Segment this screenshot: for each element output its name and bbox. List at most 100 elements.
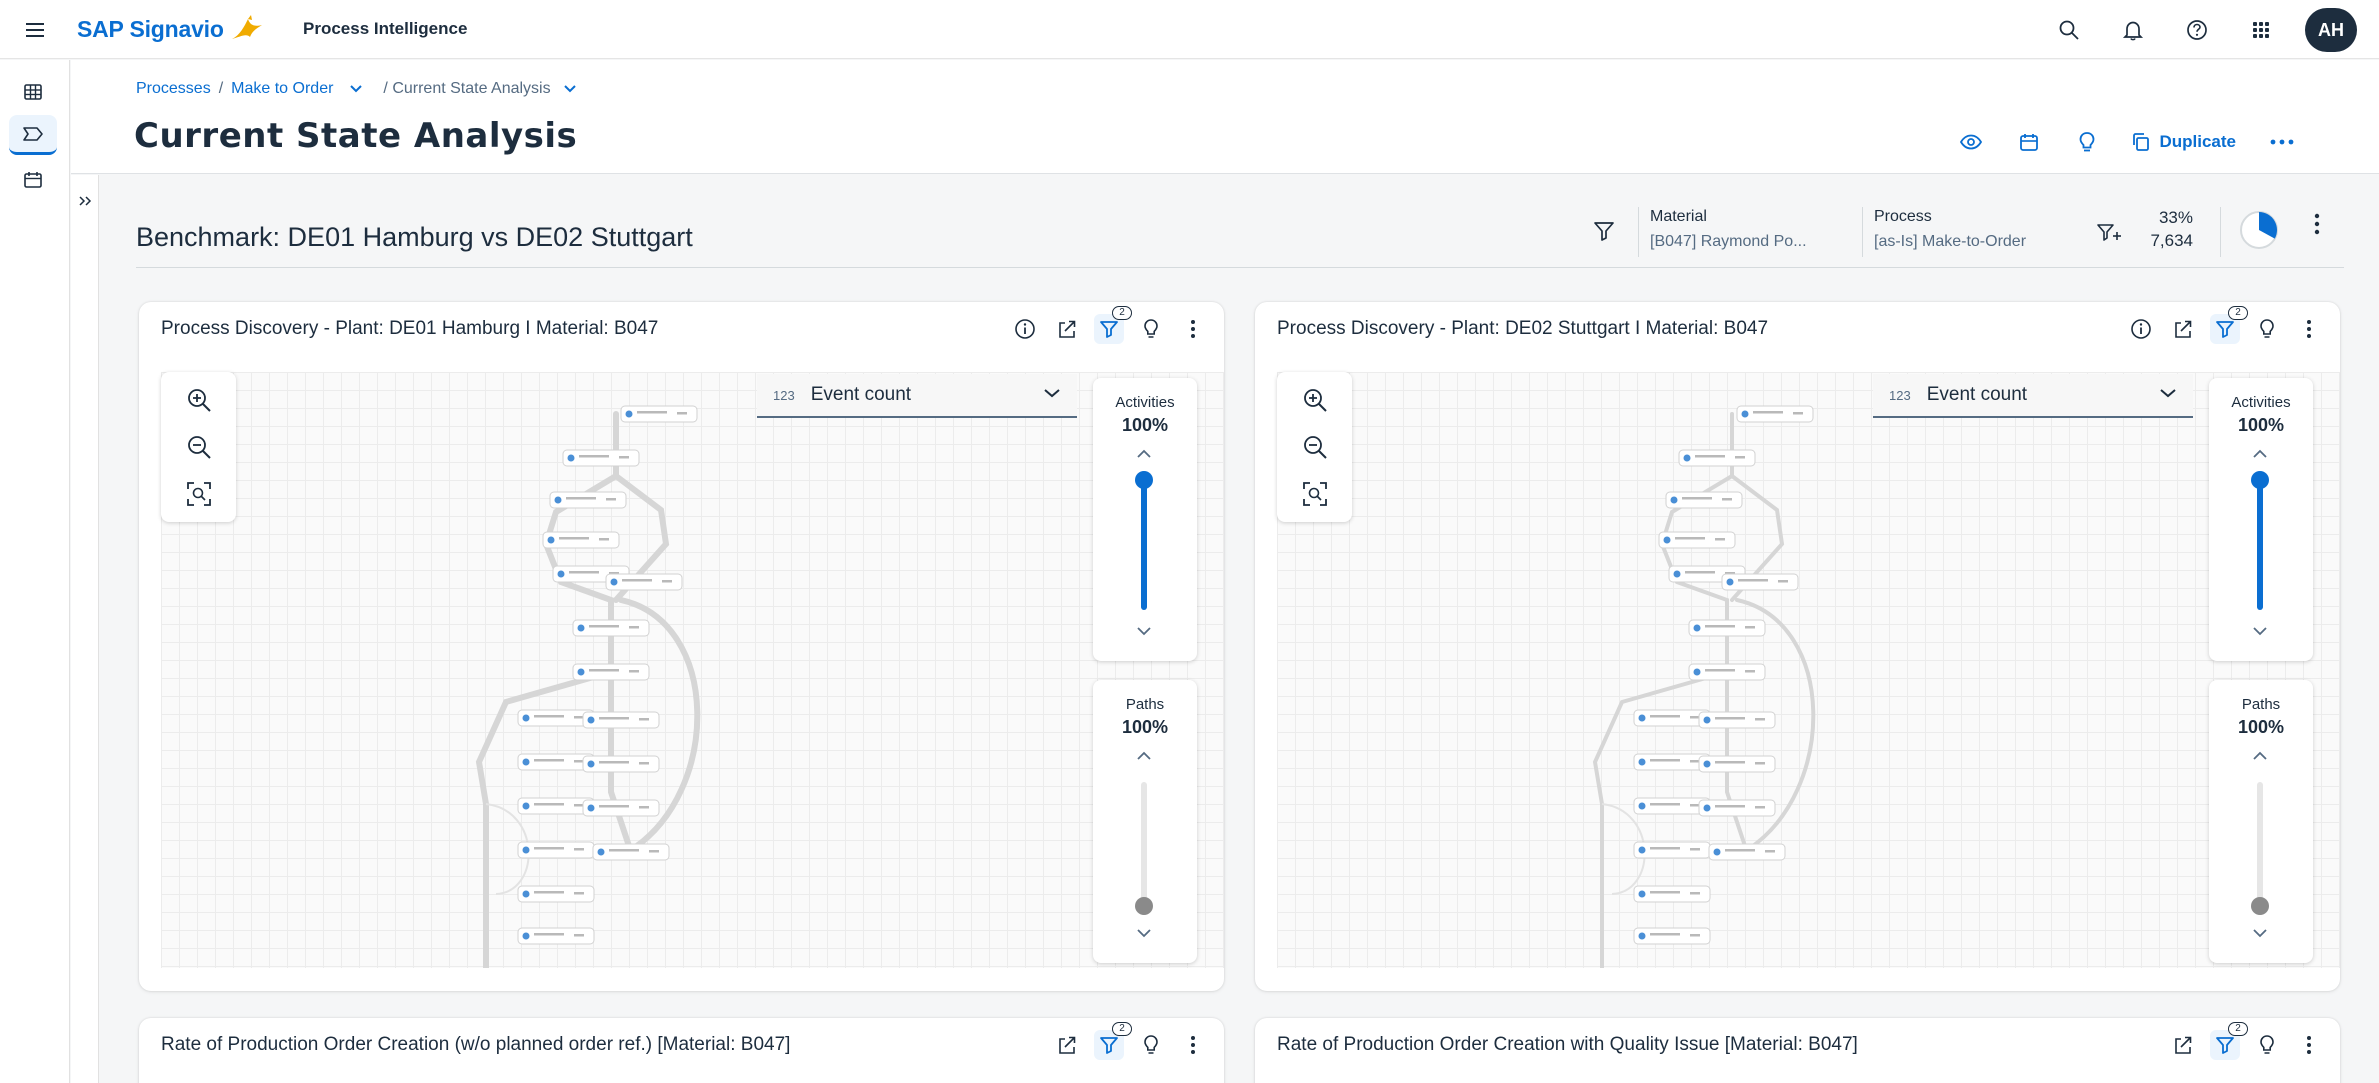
filter-icon[interactable]: 2 bbox=[1094, 306, 1132, 344]
activity-node bbox=[620, 405, 698, 423]
share-icon[interactable] bbox=[2168, 1030, 2198, 1060]
metric-select[interactable]: 123 Event count bbox=[1873, 374, 2193, 418]
breadcrumb: Processes / Make to Order / Current Stat… bbox=[136, 80, 597, 98]
nav-item-process[interactable] bbox=[9, 115, 57, 155]
search-icon[interactable] bbox=[2047, 8, 2091, 52]
chevron-down-icon[interactable] bbox=[1135, 625, 1153, 637]
breadcrumb-make-to-order[interactable]: Make to Order bbox=[231, 80, 333, 98]
eye-icon[interactable] bbox=[1953, 124, 1989, 160]
info-icon[interactable] bbox=[1010, 314, 1040, 344]
avatar[interactable]: AH bbox=[2305, 8, 2357, 52]
slider-handle[interactable] bbox=[1135, 897, 1153, 915]
paths-slider: Paths 100% bbox=[2209, 680, 2313, 963]
more-icon[interactable] bbox=[2294, 314, 2324, 344]
slider-handle[interactable] bbox=[1135, 471, 1153, 489]
help-icon[interactable] bbox=[2175, 8, 2219, 52]
process-flow bbox=[1592, 405, 1816, 968]
more-icon[interactable] bbox=[1178, 314, 1208, 344]
process-icon bbox=[23, 126, 43, 141]
zoom-out-icon[interactable] bbox=[1297, 429, 1333, 465]
slider-track[interactable] bbox=[1141, 782, 1147, 906]
slider-track[interactable] bbox=[2257, 782, 2263, 906]
brand-logo[interactable]: SAP Signavio bbox=[77, 13, 268, 45]
activity-node bbox=[1698, 755, 1776, 773]
activity-node bbox=[517, 927, 595, 945]
chevron-down-icon[interactable] bbox=[563, 84, 577, 94]
menu-icon[interactable] bbox=[22, 17, 48, 43]
activity-node bbox=[582, 755, 660, 773]
breadcrumb-current: / Current State Analysis bbox=[383, 80, 551, 97]
activities-slider: Activities 100% bbox=[2209, 378, 2313, 661]
fit-to-screen-icon[interactable] bbox=[1297, 476, 1333, 512]
card-title: Process Discovery - Plant: DE02 Stuttgar… bbox=[1277, 318, 1769, 339]
lightbulb-icon[interactable] bbox=[1136, 1030, 1166, 1060]
lightbulb-icon[interactable] bbox=[2252, 314, 2282, 344]
activity-node bbox=[1698, 711, 1776, 729]
bell-icon[interactable] bbox=[2111, 8, 2155, 52]
slider-handle[interactable] bbox=[2251, 897, 2269, 915]
share-icon[interactable] bbox=[1052, 1030, 1082, 1060]
process-map bbox=[1592, 405, 1816, 968]
zoom-in-icon[interactable] bbox=[181, 382, 217, 418]
chevron-up-icon[interactable] bbox=[1135, 750, 1153, 762]
chevron-down-icon[interactable] bbox=[2251, 927, 2269, 939]
activity-node bbox=[1658, 531, 1736, 549]
nav-item-table[interactable] bbox=[9, 72, 57, 112]
duplicate-button[interactable]: Duplicate bbox=[2131, 132, 2236, 152]
process-map-canvas[interactable] bbox=[161, 372, 1224, 968]
lightbulb-icon[interactable] bbox=[1136, 314, 1166, 344]
chevron-down-icon[interactable] bbox=[349, 84, 363, 94]
breadcrumb-processes[interactable]: Processes bbox=[136, 80, 211, 98]
share-icon[interactable] bbox=[1052, 314, 1082, 344]
more-icon[interactable] bbox=[2314, 213, 2320, 235]
metric-select[interactable]: 123 Event count bbox=[757, 374, 1077, 418]
lightbulb-icon[interactable] bbox=[2069, 124, 2105, 160]
process-map-canvas[interactable] bbox=[1277, 372, 2340, 968]
slider-handle[interactable] bbox=[2251, 471, 2269, 489]
slider-fill bbox=[2257, 480, 2263, 610]
more-icon[interactable] bbox=[1178, 1030, 1208, 1060]
expand-panel-icon[interactable] bbox=[75, 191, 95, 211]
process-filter[interactable]: Process [as-Is] Make-to-Order bbox=[1874, 208, 2026, 251]
nav-item-calendar[interactable] bbox=[9, 160, 57, 200]
material-label: Material bbox=[1650, 208, 1707, 225]
slider-track[interactable] bbox=[2257, 480, 2263, 610]
zoom-out-icon[interactable] bbox=[181, 429, 217, 465]
metric-type-label: 123 bbox=[1889, 387, 1911, 403]
chevron-up-icon[interactable] bbox=[2251, 448, 2269, 460]
chevron-up-icon[interactable] bbox=[1135, 448, 1153, 460]
filter-icon[interactable] bbox=[1592, 220, 1616, 242]
activity-node bbox=[549, 491, 627, 509]
activities-value: 100% bbox=[1121, 415, 1169, 435]
metric-type-label: 123 bbox=[773, 387, 795, 403]
filter-icon[interactable]: 2 bbox=[2210, 1022, 2248, 1060]
grid-icon[interactable] bbox=[2239, 8, 2283, 52]
calendar-action-icon[interactable] bbox=[2011, 124, 2047, 160]
paths-value: 100% bbox=[2237, 717, 2285, 737]
chevron-up-icon[interactable] bbox=[2251, 750, 2269, 762]
chevron-down-icon[interactable] bbox=[2251, 625, 2269, 637]
more-icon[interactable] bbox=[2294, 1030, 2324, 1060]
activities-slider: Activities 100% bbox=[1093, 378, 1197, 661]
card-title: Rate of Production Order Creation with Q… bbox=[1277, 1034, 1858, 1055]
filter-icon[interactable]: 2 bbox=[2210, 306, 2248, 344]
slider-track[interactable] bbox=[1141, 480, 1147, 610]
add-filter-icon[interactable] bbox=[2096, 221, 2122, 245]
more-icon[interactable] bbox=[2264, 124, 2300, 160]
chevron-down-icon[interactable] bbox=[1135, 927, 1153, 939]
share-icon[interactable] bbox=[2168, 314, 2198, 344]
zoom-controls bbox=[161, 372, 236, 522]
filter-icon[interactable]: 2 bbox=[1094, 1022, 1132, 1060]
process-label: Process bbox=[1874, 208, 1932, 225]
info-icon[interactable] bbox=[2126, 314, 2156, 344]
case-coverage-kpi: 33% 7,634 bbox=[2150, 206, 2193, 252]
process-flow bbox=[475, 405, 701, 968]
activity-node bbox=[1708, 843, 1786, 861]
activity-node bbox=[542, 531, 620, 549]
zoom-in-icon[interactable] bbox=[1297, 382, 1333, 418]
activity-node bbox=[1698, 799, 1776, 817]
material-filter[interactable]: Material [B047] Raymond Po... bbox=[1650, 208, 1807, 251]
activity-node bbox=[562, 449, 640, 467]
lightbulb-icon[interactable] bbox=[2252, 1030, 2282, 1060]
fit-to-screen-icon[interactable] bbox=[181, 476, 217, 512]
